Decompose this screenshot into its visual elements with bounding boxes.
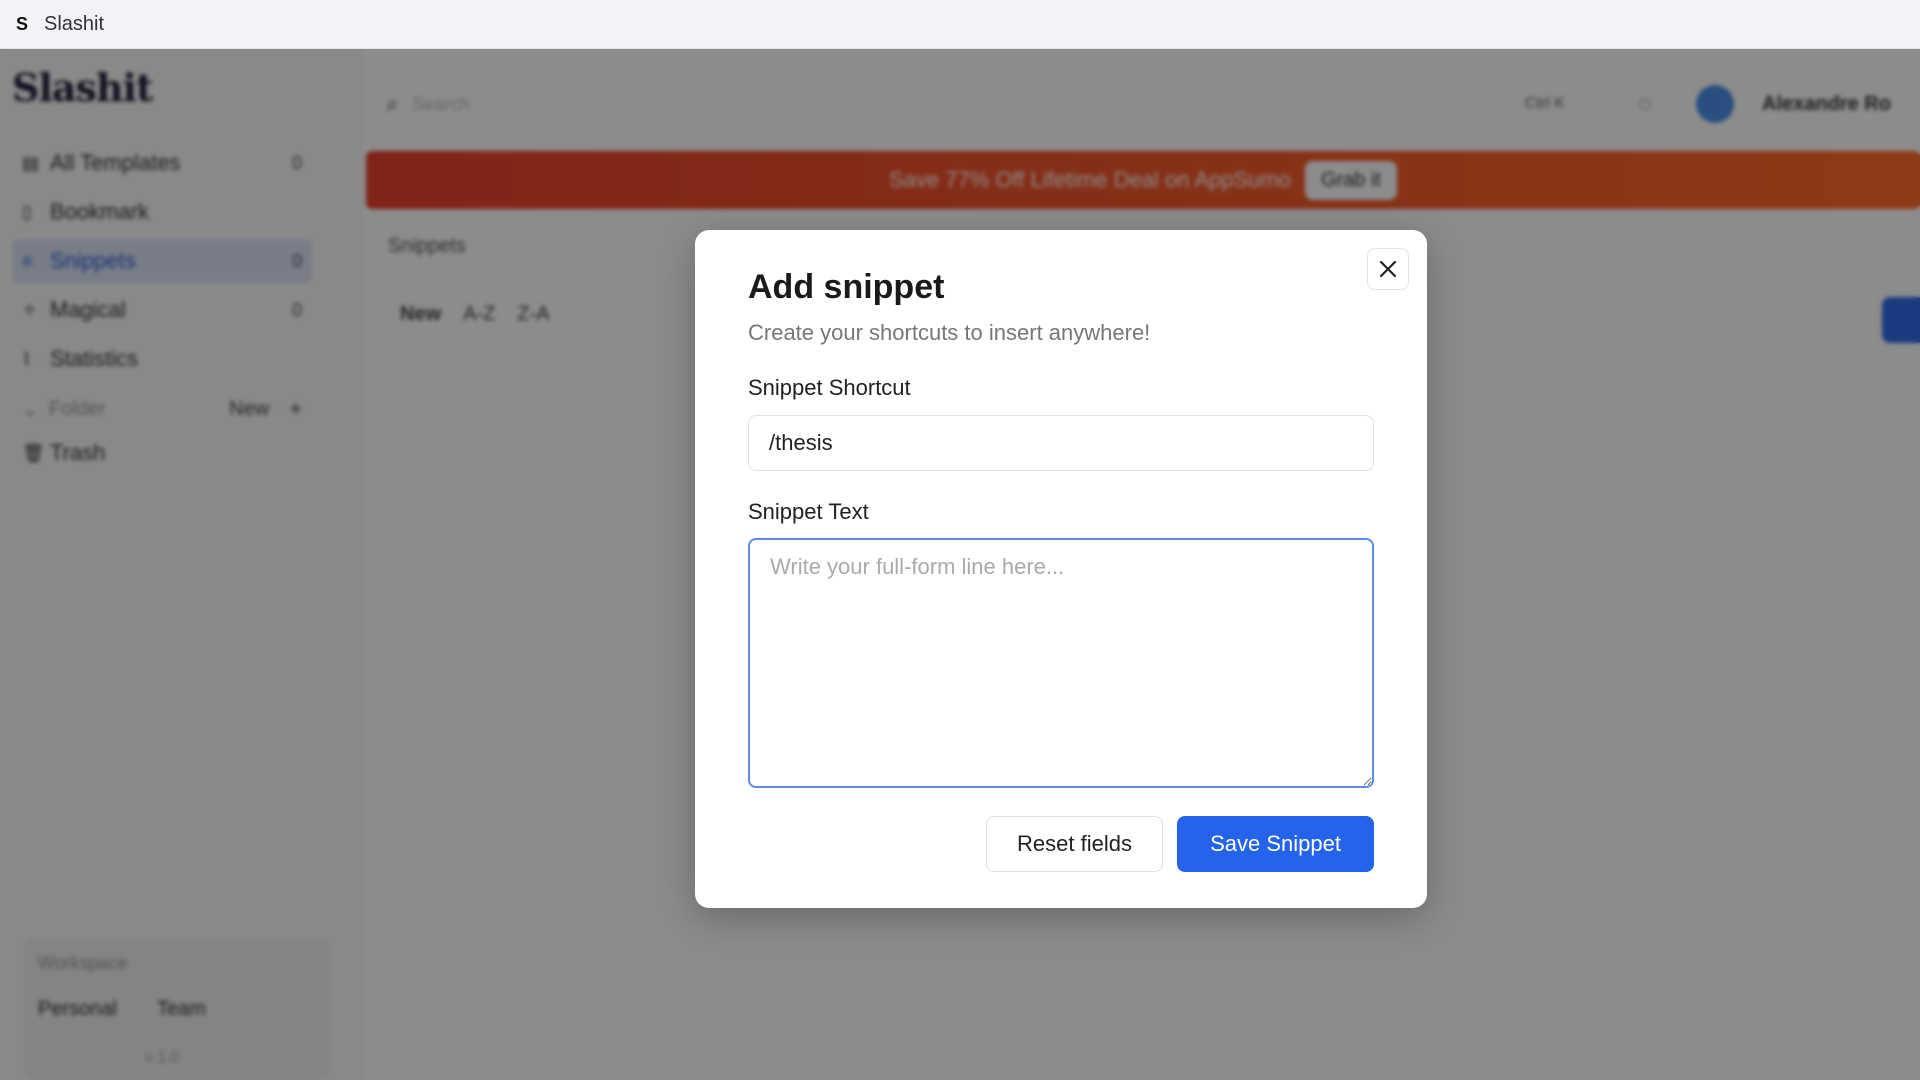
window-titlebar: S Slashit <box>0 0 1920 49</box>
close-button[interactable] <box>1367 248 1409 290</box>
reset-fields-button[interactable]: Reset fields <box>986 816 1163 872</box>
snippet-shortcut-input[interactable] <box>748 415 1374 471</box>
app-logo-icon: S <box>15 13 28 34</box>
save-snippet-button[interactable]: Save Snippet <box>1177 816 1374 872</box>
add-snippet-dialog: Add snippet Create your shortcuts to ins… <box>695 230 1427 908</box>
dialog-title: Add snippet <box>748 268 945 306</box>
dialog-subtitle: Create your shortcuts to insert anywhere… <box>748 320 1151 345</box>
snippet-shortcut-label: Snippet Shortcut <box>748 375 911 400</box>
snippet-text-input[interactable] <box>748 538 1374 788</box>
window-title: Slashit <box>44 12 105 35</box>
snippet-text-label: Snippet Text <box>748 499 869 524</box>
close-icon <box>1379 260 1397 278</box>
